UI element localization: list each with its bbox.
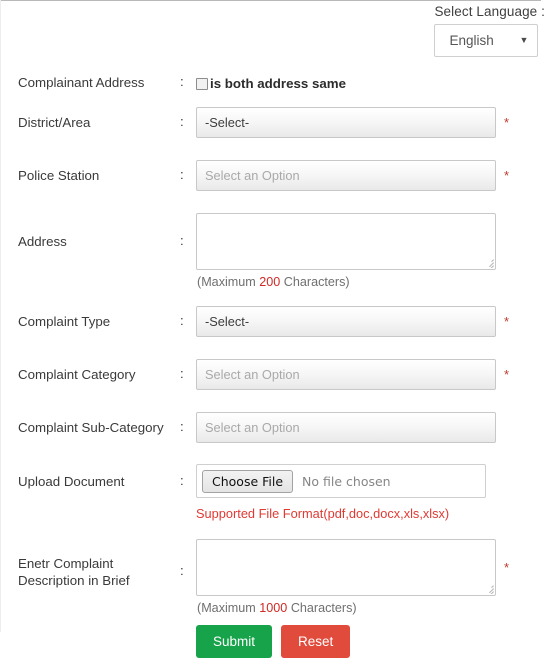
file-chosen-status: No file chosen [302, 473, 391, 489]
same-address-checkbox[interactable] [196, 77, 208, 90]
label-complaint-category: Complaint Category [18, 367, 136, 382]
colon-complaint-sub-category: : [180, 419, 184, 434]
label-address: Address [18, 234, 67, 249]
district-area-select-value: -Select- [205, 115, 250, 130]
field-row-upload-document: Upload Document : Choose File No file ch… [0, 464, 558, 521]
complaint-description-max-chars-hint: (Maximum 1000 Characters) [196, 601, 558, 615]
colon-complaint-category: : [180, 366, 184, 381]
address-hint-prefix: (Maximum [197, 275, 256, 289]
label-complaint-description: Enetr Complaint Description in Brief [18, 556, 130, 588]
colon-address: : [180, 233, 184, 248]
required-marker-complaint-description: * [504, 560, 510, 575]
police-station-select[interactable]: Select an Option [196, 160, 496, 191]
submit-button[interactable]: Submit [196, 625, 273, 658]
description-hint-number: 1000 [259, 601, 288, 615]
label-complaint-type: Complaint Type [18, 314, 111, 329]
choose-file-button[interactable]: Choose File [202, 469, 294, 493]
field-row-district-area: District/Area : -Select- * [0, 107, 558, 138]
language-selector-group: Select Language : English ▼ [434, 4, 545, 57]
language-select[interactable]: English ▼ [434, 24, 539, 57]
complaint-sub-category-select[interactable]: Select an Option [196, 412, 496, 443]
required-marker-complaint-category: * [504, 367, 510, 382]
field-row-police-station: Police Station : Select an Option * [0, 160, 558, 191]
address-hint-number: 200 [259, 275, 281, 289]
chevron-down-icon: ▼ [519, 35, 529, 45]
required-marker-police-station: * [504, 168, 510, 183]
same-address-checkbox-group[interactable]: is both address same [196, 74, 558, 91]
colon-district-area: : [180, 114, 184, 129]
address-hint-suffix: Characters) [283, 275, 350, 289]
required-marker-complaint-type: * [504, 314, 510, 329]
complaint-form: Complainant Address : is both address sa… [0, 74, 558, 658]
label-upload-document: Upload Document [18, 474, 125, 489]
required-marker-district-area: * [504, 115, 510, 130]
form-actions-row: Submit Reset [0, 625, 558, 658]
colon-complainant-address: : [180, 74, 184, 89]
complaint-type-select-value: -Select- [205, 314, 250, 329]
complaint-category-select[interactable]: Select an Option [196, 359, 496, 390]
resize-grip-icon[interactable] [482, 582, 494, 594]
complaint-description-textarea[interactable] [196, 539, 496, 596]
police-station-placeholder: Select an Option [205, 168, 300, 183]
colon-complaint-type: : [180, 313, 184, 328]
description-hint-prefix: (Maximum [197, 601, 256, 615]
label-complainant-address: Complainant Address [18, 75, 145, 90]
colon-police-station: : [180, 167, 184, 182]
complaint-sub-category-placeholder: Select an Option [205, 420, 300, 435]
label-complaint-sub-category: Complaint Sub-Category [18, 420, 164, 435]
page-top-divider [0, 0, 541, 1]
reset-button[interactable]: Reset [281, 625, 351, 658]
language-label: Select Language : [434, 4, 545, 19]
field-row-complainant-address: Complainant Address : is both address sa… [0, 74, 558, 91]
upload-document-field[interactable]: Choose File No file chosen [196, 464, 486, 498]
resize-grip-icon[interactable] [482, 256, 494, 268]
field-row-address: Address : (Maximum 200 Characters) [0, 213, 558, 289]
field-row-complaint-description: Enetr Complaint Description in Brief : *… [0, 539, 558, 615]
district-area-select[interactable]: -Select- [196, 107, 496, 138]
form-actions: Submit Reset [196, 625, 558, 658]
address-max-chars-hint: (Maximum 200 Characters) [196, 275, 558, 289]
field-row-complaint-category: Complaint Category : Select an Option * [0, 359, 558, 390]
field-row-complaint-type: Complaint Type : -Select- * [0, 306, 558, 337]
complaint-category-placeholder: Select an Option [205, 367, 300, 382]
field-row-complaint-sub-category: Complaint Sub-Category : Select an Optio… [0, 412, 558, 443]
label-police-station: Police Station [18, 168, 100, 183]
colon-upload-document: : [180, 473, 184, 488]
colon-complaint-description: : [180, 563, 184, 578]
supported-format-note: Supported File Format(pdf,doc,docx,xls,x… [196, 506, 450, 521]
address-textarea[interactable] [196, 213, 496, 270]
same-address-label: is both address same [210, 76, 346, 91]
language-select-value: English [449, 33, 494, 48]
complaint-type-select[interactable]: -Select- [196, 306, 496, 337]
description-hint-suffix: Characters) [290, 601, 357, 615]
label-district-area: District/Area [18, 115, 91, 130]
